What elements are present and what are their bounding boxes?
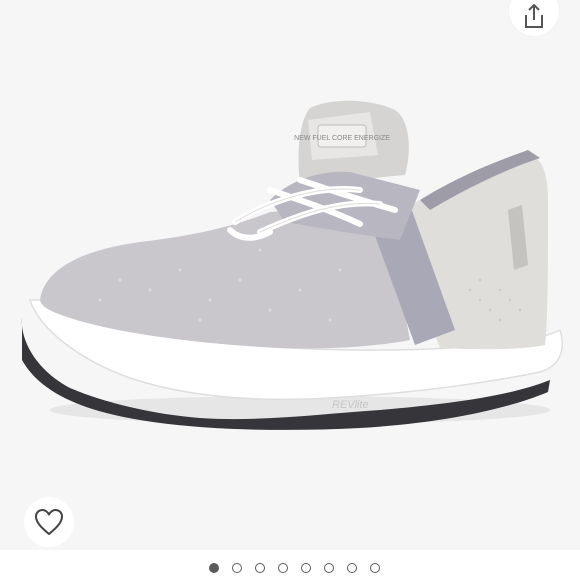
carousel-dot[interactable] bbox=[277, 563, 288, 573]
product-image: NEW FUEL CORE ENERGIZE REVlite bbox=[21, 100, 563, 430]
share-icon bbox=[525, 4, 543, 28]
carousel-dot[interactable] bbox=[300, 563, 311, 573]
carousel-dot[interactable] bbox=[208, 563, 219, 573]
heart-outline-icon bbox=[35, 509, 63, 535]
tongue-logo: NEW FUEL CORE ENERGIZE bbox=[294, 135, 390, 142]
carousel-dot[interactable] bbox=[323, 563, 334, 573]
carousel-dot[interactable] bbox=[231, 563, 242, 573]
carousel-dot[interactable] bbox=[369, 563, 380, 573]
carousel-pagination bbox=[0, 560, 580, 576]
carousel-dot[interactable] bbox=[254, 563, 265, 573]
carousel-dot[interactable] bbox=[346, 563, 357, 573]
wishlist-button[interactable] bbox=[24, 497, 74, 547]
midsole-brand: REVlite bbox=[332, 399, 369, 411]
product-image-gallery[interactable]: NEW FUEL CORE ENERGIZE REVlite bbox=[0, 0, 580, 550]
